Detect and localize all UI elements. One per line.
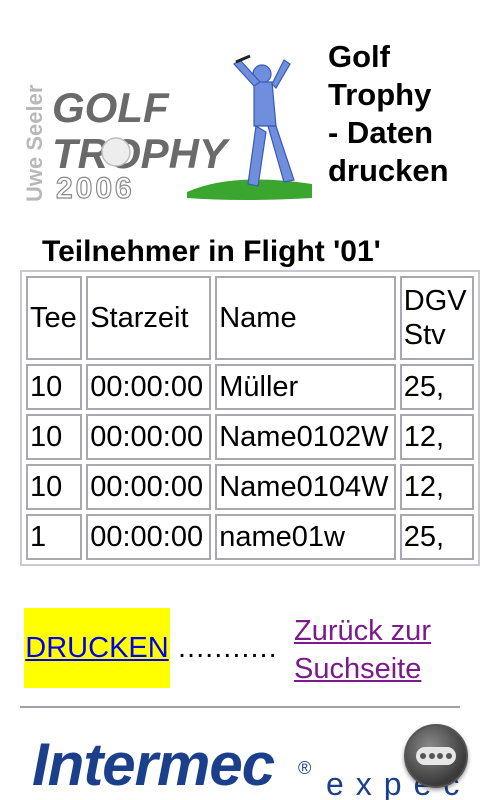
page-title-line: Golf bbox=[328, 39, 390, 74]
brand-name: Intermec bbox=[32, 731, 275, 798]
menu-button[interactable] bbox=[404, 724, 468, 788]
cell-starzeit: 00:00:00 bbox=[86, 414, 212, 460]
participants-table-container: Tee Starzeit Name DGV Stv 10 00:00:00 Mü… bbox=[20, 270, 480, 566]
column-header-dgv-line: DGV bbox=[403, 285, 467, 317]
golf-club-icon bbox=[235, 54, 251, 64]
cell-starzeit: 00:00:00 bbox=[86, 364, 212, 410]
page-title-line: drucken bbox=[328, 153, 449, 188]
table-row: 1 00:00:00 name01w 25, bbox=[26, 514, 474, 560]
column-header-name: Name bbox=[215, 276, 396, 360]
logo-year: 2006 bbox=[56, 172, 135, 205]
print-link[interactable]: DRUCKEN bbox=[25, 632, 168, 665]
cell-tee: 10 bbox=[26, 414, 83, 460]
cell-name: Name0102W bbox=[215, 414, 396, 460]
cell-tee: 10 bbox=[26, 364, 83, 410]
cell-tee: 1 bbox=[26, 514, 83, 560]
footer-divider bbox=[20, 706, 460, 708]
trademark-symbol: ® bbox=[298, 758, 312, 778]
golfer-icon bbox=[233, 59, 295, 187]
page-title-line: - Daten bbox=[328, 115, 434, 150]
actions-bar: DRUCKEN ........... Zurück zur Suchseite bbox=[24, 608, 480, 690]
table-header-row: Tee Starzeit Name DGV Stv bbox=[26, 276, 474, 360]
cell-dgv: 25, bbox=[399, 514, 474, 560]
column-header-tee: Tee bbox=[26, 276, 83, 360]
page-title-line: Trophy bbox=[328, 77, 432, 112]
cell-name: name01w bbox=[215, 514, 396, 560]
golf-ball-icon bbox=[101, 137, 131, 167]
column-header-stv-line: Stv bbox=[403, 319, 446, 351]
column-header-dgv: DGV Stv bbox=[399, 276, 474, 360]
cell-starzeit: 00:00:00 bbox=[86, 514, 212, 560]
cell-dgv: 25, bbox=[399, 364, 474, 410]
golf-trophy-logo: Uwe Seeler GOLF TROPHY 2006 bbox=[22, 54, 312, 206]
back-to-search-link[interactable]: Zurück zur Suchseite bbox=[294, 612, 480, 688]
table-row: 10 00:00:00 Name0104W 12, bbox=[26, 464, 474, 510]
print-button[interactable]: DRUCKEN bbox=[24, 608, 170, 688]
logo-word-golf: GOLF bbox=[52, 84, 170, 131]
logo-word-trophy: TROPHY bbox=[52, 130, 231, 177]
participants-table: Tee Starzeit Name DGV Stv 10 00:00:00 Mü… bbox=[20, 270, 480, 566]
cell-name: Müller bbox=[215, 364, 396, 410]
cell-tee: 10 bbox=[26, 464, 83, 510]
page-title: Golf Trophy - Daten drucken bbox=[328, 38, 478, 190]
logo-author-text: Uwe Seeler bbox=[22, 84, 47, 202]
cell-name: Name0104W bbox=[215, 464, 396, 510]
table-row: 10 00:00:00 Müller 25, bbox=[26, 364, 474, 410]
separator-dots: ........... bbox=[178, 632, 278, 664]
more-icon bbox=[416, 747, 456, 765]
cell-dgv: 12, bbox=[399, 414, 474, 460]
cell-starzeit: 00:00:00 bbox=[86, 464, 212, 510]
column-header-starzeit: Starzeit bbox=[86, 276, 212, 360]
flight-heading: Teilnehmer in Flight '01' bbox=[42, 235, 381, 268]
cell-dgv: 12, bbox=[399, 464, 474, 510]
table-row: 10 00:00:00 Name0102W 12, bbox=[26, 414, 474, 460]
